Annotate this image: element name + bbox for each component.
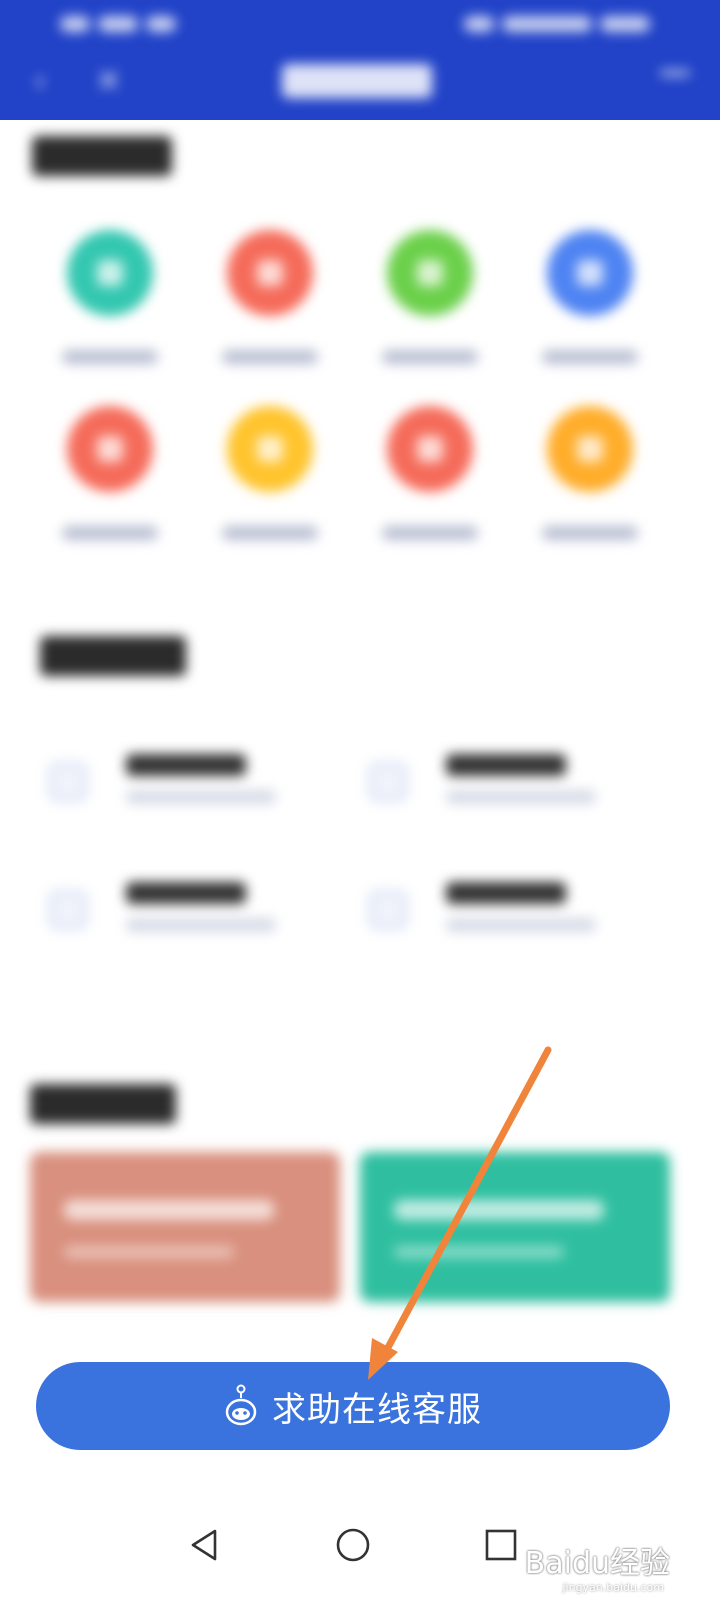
service-item[interactable] xyxy=(360,230,500,380)
service-item[interactable] xyxy=(40,406,180,556)
question-icon xyxy=(368,890,408,930)
question-icon xyxy=(368,762,408,802)
system-nav-bar: Baidu经验 jingyan.baidu.com xyxy=(0,1490,720,1600)
question-title xyxy=(446,882,566,904)
section-title-services xyxy=(32,136,172,176)
service-item[interactable] xyxy=(200,230,340,380)
status-bar-right xyxy=(450,12,650,36)
service-label xyxy=(62,350,158,364)
service-label xyxy=(542,350,638,364)
status-bar-left xyxy=(60,12,190,36)
question-title xyxy=(126,882,246,904)
guide-card-subtitle xyxy=(64,1246,234,1258)
page-title xyxy=(282,64,432,98)
service-icon xyxy=(67,406,153,492)
question-title xyxy=(446,754,566,776)
service-item[interactable] xyxy=(520,230,660,380)
service-icon xyxy=(387,406,473,492)
service-label xyxy=(222,350,318,364)
question-subtitle xyxy=(446,790,596,804)
service-label xyxy=(382,526,478,540)
service-label xyxy=(62,526,158,540)
service-grid xyxy=(40,230,680,570)
guide-card-subtitle xyxy=(394,1246,564,1258)
question-icon xyxy=(48,762,88,802)
nav-back-icon[interactable] xyxy=(170,1510,240,1580)
nav-home-icon[interactable] xyxy=(318,1510,388,1580)
robot-icon xyxy=(224,1384,258,1428)
app-header: ‹ ✕ xyxy=(0,0,720,120)
guide-card-title xyxy=(64,1200,274,1220)
online-customer-service-button[interactable]: 求助在线客服 xyxy=(36,1362,670,1450)
service-label xyxy=(382,350,478,364)
question-item[interactable] xyxy=(356,874,656,964)
service-item[interactable] xyxy=(200,406,340,556)
section-title-questions xyxy=(40,636,186,676)
question-title xyxy=(126,754,246,776)
service-label xyxy=(542,526,638,540)
service-icon xyxy=(227,230,313,316)
section-title-guides xyxy=(30,1084,176,1124)
service-icon xyxy=(387,230,473,316)
guide-card-title xyxy=(394,1200,604,1220)
service-icon xyxy=(547,230,633,316)
guide-card-right[interactable] xyxy=(360,1152,670,1302)
close-icon[interactable]: ✕ xyxy=(96,64,121,99)
question-item[interactable] xyxy=(36,746,336,836)
service-icon xyxy=(67,230,153,316)
question-item[interactable] xyxy=(356,746,656,836)
service-item[interactable] xyxy=(40,230,180,380)
question-subtitle xyxy=(126,790,276,804)
back-arrow-icon[interactable]: ‹ xyxy=(34,64,46,99)
service-item[interactable] xyxy=(520,406,660,556)
service-icon xyxy=(227,406,313,492)
guide-card-left[interactable] xyxy=(30,1152,340,1302)
watermark-url: jingyan.baidu.com xyxy=(562,1581,664,1594)
service-label xyxy=(222,526,318,540)
service-icon xyxy=(547,406,633,492)
more-icon[interactable] xyxy=(660,70,690,76)
online-customer-service-label: 求助在线客服 xyxy=(272,1389,482,1430)
question-icon xyxy=(48,890,88,930)
service-item[interactable] xyxy=(360,406,500,556)
question-subtitle xyxy=(126,918,276,932)
watermark-brand: Baidu经验 xyxy=(524,1546,670,1581)
question-item[interactable] xyxy=(36,874,336,964)
question-subtitle xyxy=(446,918,596,932)
